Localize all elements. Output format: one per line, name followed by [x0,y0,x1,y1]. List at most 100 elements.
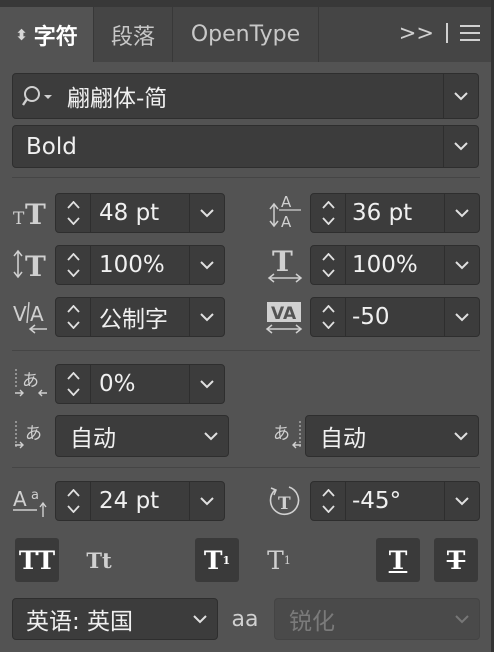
chevron-down-icon[interactable] [444,482,479,520]
leading-stepper[interactable] [311,194,346,232]
baseline-shift-stepper[interactable] [56,482,91,520]
all-caps-button[interactable]: TT [15,538,59,582]
subscript-marker: 1 [283,553,291,567]
vertical-scale-value[interactable]: 100% [99,246,165,284]
chevron-down-icon[interactable] [443,126,478,167]
font-size-value[interactable]: 48 pt [99,194,159,232]
horizontal-scale-value[interactable]: 100% [352,246,418,284]
font-size-stepper[interactable] [56,194,91,232]
character-rotation-icon: T [266,481,306,521]
character-rotation-value[interactable]: -45° [352,482,401,520]
aki-right-dropdown[interactable]: 自动 [305,415,479,457]
leading-value[interactable]: 36 pt [352,194,412,232]
svg-text:あ: あ [22,371,39,391]
aki-left-value: 自动 [70,426,116,452]
tab-paragraph-label: 段落 [110,24,155,50]
kerning-value[interactable]: 公制字 [99,298,168,336]
underline-button[interactable]: T [376,538,420,582]
panel-menu: >> [399,21,480,45]
svg-text:A: A [30,302,44,326]
chevron-down-icon[interactable] [444,246,479,284]
chevron-down-icon[interactable] [183,599,217,639]
subscript-label: T [267,545,284,575]
baseline-shift-value[interactable]: 24 pt [99,482,159,520]
tsume-stepper[interactable] [56,365,91,403]
chevron-down-icon[interactable] [189,482,224,520]
tsume-value[interactable]: 0% [99,365,136,403]
horizontal-scale-stepper[interactable] [311,246,346,284]
section-divider [12,467,480,468]
svg-text:T: T [13,209,25,227]
subscript-button[interactable]: T1 [257,538,301,582]
svg-text:T: T [278,494,291,514]
svg-text:T: T [25,198,46,227]
horizontal-scale-field[interactable]: 100% [310,245,480,285]
chevron-down-icon[interactable] [444,416,478,456]
vertical-scale-field[interactable]: 100% [55,245,225,285]
anti-alias-dropdown[interactable]: 锐化 [274,598,480,640]
svg-text:a: a [31,488,39,503]
panel-top-strip [0,0,494,7]
chevron-down-icon[interactable] [444,194,479,232]
small-caps-button[interactable]: Tt [77,538,121,582]
chevron-down-icon [445,599,479,639]
chevron-down-icon[interactable] [194,416,228,456]
anti-alias-icon: aa [228,600,262,638]
tab-bar: ⬍ 字符 段落 OpenType >> [0,7,494,62]
aki-right-value: 自动 [320,426,366,452]
baseline-shift-icon: Aa [12,482,52,520]
leading-field[interactable]: 36 pt [310,193,480,233]
character-rotation-stepper[interactable] [311,482,346,520]
kerning-stepper[interactable] [56,298,91,336]
font-family-value: 翩翩体-简 [67,86,168,112]
collapse-arrows-icon[interactable]: ⬍ [15,26,28,44]
svg-text:VA: VA [271,304,297,324]
character-rotation-field[interactable]: -45° [310,481,480,521]
font-search-icon[interactable] [19,74,59,118]
chevron-down-icon[interactable] [443,74,478,118]
chevron-down-icon[interactable] [444,298,479,336]
section-divider [12,177,480,178]
font-family-dropdown[interactable]: 翩翩体-简 [12,73,479,119]
strikethrough-button[interactable]: T [434,538,478,582]
svg-text:あ: あ [25,424,42,444]
kerning-field[interactable]: 公制字 [55,297,225,337]
aki-left-dropdown[interactable]: 自动 [55,415,229,457]
underline-label: T [388,545,408,575]
chevron-down-icon[interactable] [189,194,224,232]
leading-icon: AA [266,190,306,232]
aki-right-icon: あ [266,416,306,454]
vertical-scale-stepper[interactable] [56,246,91,284]
font-size-icon: TT [12,194,52,230]
baseline-shift-field[interactable]: 24 pt [55,481,225,521]
superscript-button[interactable]: T1 [195,538,239,582]
font-size-field[interactable]: 48 pt [55,193,225,233]
section-divider [12,350,480,351]
tracking-stepper[interactable] [311,298,346,336]
tracking-field[interactable]: -50 [310,297,480,337]
language-dropdown[interactable]: 英语: 英国 [12,598,218,640]
chevron-down-icon[interactable] [189,298,224,336]
anti-alias-value: 锐化 [289,609,335,635]
tracking-value[interactable]: -50 [352,298,390,336]
superscript-label: T [203,545,223,575]
tab-paragraph[interactable]: 段落 [94,7,173,62]
chevron-down-icon[interactable] [189,246,224,284]
svg-text:T: T [25,250,46,280]
svg-text:A: A [281,213,292,231]
chevron-down-icon[interactable] [189,365,224,403]
tab-opentype[interactable]: OpenType [173,7,319,62]
font-style-value: Bold [26,133,77,160]
tab-character[interactable]: ⬍ 字符 [0,7,94,62]
tsume-field[interactable]: 0% [55,364,225,404]
tab-character-label: 字符 [33,24,78,50]
expand-panel-icon[interactable]: >> [399,21,434,45]
anti-alias-icon-label: aa [231,606,259,632]
strikethrough-label: T [446,545,466,575]
aki-left-icon: あ [12,416,52,454]
panel-menu-icon[interactable] [460,25,480,41]
tsume-icon: あ [12,364,52,402]
tab-opentype-label: OpenType [190,22,301,47]
font-style-dropdown[interactable]: Bold [12,125,479,168]
svg-text:T: T [272,245,293,278]
